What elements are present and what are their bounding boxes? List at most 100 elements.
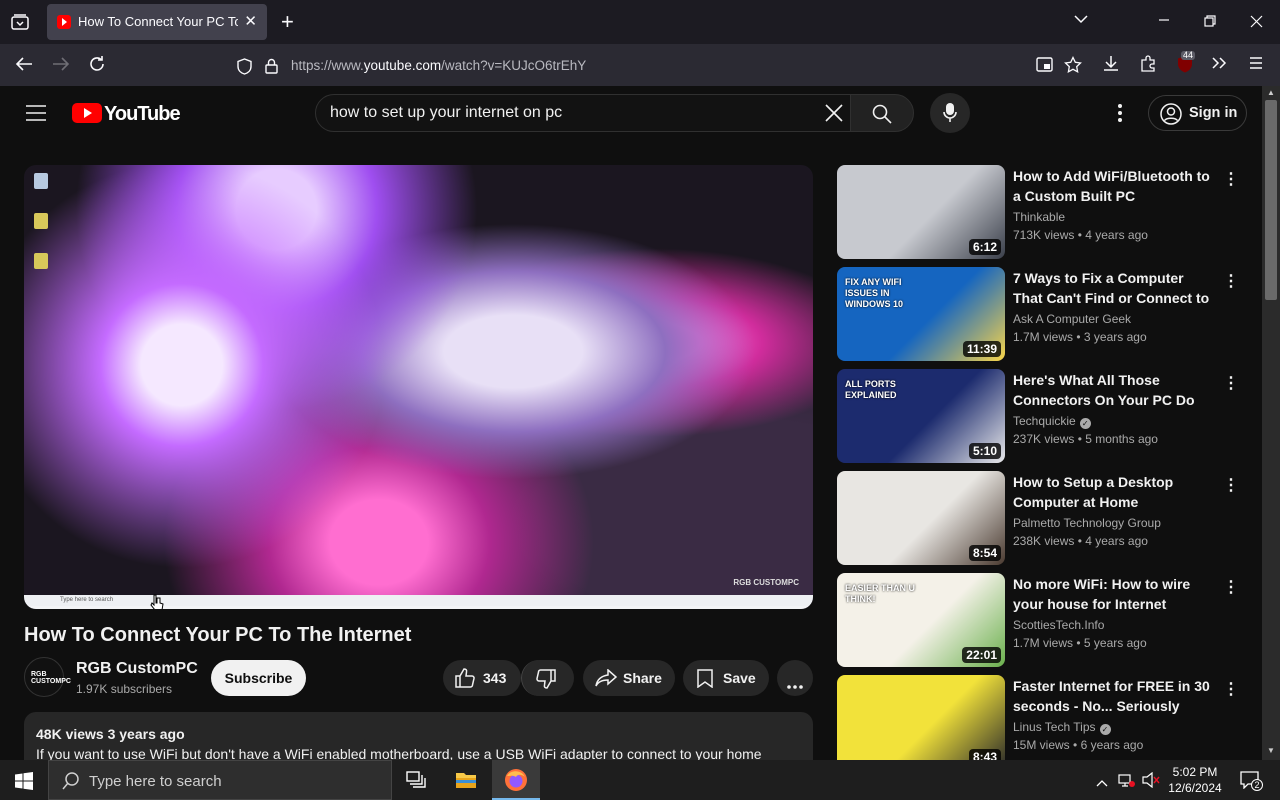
app-menu-icon[interactable] bbox=[1249, 57, 1263, 73]
thumbs-down-icon bbox=[536, 669, 556, 694]
video-title: How To Connect Your PC To The Internet bbox=[24, 624, 412, 646]
like-button[interactable]: 343 bbox=[443, 660, 521, 696]
recommendation-channel[interactable]: Thinkable bbox=[1013, 210, 1065, 224]
sign-in-button[interactable]: Sign in bbox=[1148, 95, 1247, 131]
restore-icon[interactable] bbox=[1204, 15, 1216, 31]
search-input[interactable] bbox=[330, 104, 800, 122]
forward-icon[interactable] bbox=[52, 56, 70, 76]
close-window-icon[interactable] bbox=[1250, 15, 1263, 32]
scrollbar-thumb[interactable] bbox=[1265, 100, 1277, 300]
recommendation-thumbnail[interactable]: 6:12 bbox=[837, 165, 1005, 259]
search-box[interactable] bbox=[315, 94, 851, 132]
recommendation-card[interactable]: 6:12 How to Add WiFi/Bluetooth to a Custo… bbox=[837, 165, 1239, 259]
verified-badge-icon: ✓ bbox=[1079, 418, 1091, 429]
recommendation-title[interactable]: How to Add WiFi/Bluetooth to a Custom Bu… bbox=[1013, 166, 1213, 206]
video-watermark: RGB CUSTOMPC bbox=[733, 578, 799, 587]
recommendation-thumbnail[interactable]: EASIER THAN U THINK! 22:01 bbox=[837, 573, 1005, 667]
recommendation-meta: 15M views • 6 years ago bbox=[1013, 738, 1144, 752]
video-duration: 8:54 bbox=[968, 545, 1001, 561]
recommendation-title[interactable]: 7 Ways to Fix a Computer That Can't Find… bbox=[1013, 268, 1213, 308]
close-tab-icon[interactable]: ✕ bbox=[244, 12, 257, 30]
recommendation-menu-icon[interactable]: ⋮ bbox=[1223, 475, 1239, 495]
ublock-extension-icon[interactable]: 44 bbox=[1176, 51, 1196, 78]
share-button[interactable]: Share bbox=[583, 660, 675, 696]
tab-list-icon[interactable] bbox=[11, 14, 29, 34]
url-bar[interactable]: https://www.youtube.com/watch?v=KUJcO6tr… bbox=[228, 48, 1028, 82]
more-horizontal-icon bbox=[787, 676, 803, 694]
firefox-taskbar-button[interactable] bbox=[492, 760, 540, 800]
windows-start-icon[interactable] bbox=[15, 772, 33, 795]
youtube-logo[interactable]: YouTube bbox=[72, 102, 181, 129]
channel-name[interactable]: RGB CustomPC bbox=[76, 660, 198, 678]
scroll-up-arrow-icon[interactable]: ▲ bbox=[1267, 88, 1275, 97]
active-tab[interactable]: How To Connect Your PC To The Internet -… bbox=[47, 4, 267, 40]
recommendation-menu-icon[interactable]: ⋮ bbox=[1223, 679, 1239, 699]
taskbar-clock[interactable]: 5:02 PM 12/6/2024 bbox=[1168, 764, 1222, 796]
reload-icon[interactable] bbox=[88, 55, 106, 77]
guide-menu-icon[interactable] bbox=[26, 105, 46, 126]
recommendation-card[interactable]: ALL PORTS EXPLAINED 5:10 Here's What All T… bbox=[837, 369, 1239, 463]
lock-icon[interactable] bbox=[265, 58, 278, 78]
recommendation-menu-icon[interactable]: ⋮ bbox=[1223, 373, 1239, 393]
tracking-protection-shield-icon[interactable] bbox=[237, 58, 252, 79]
recommendation-channel[interactable]: Linus Tech Tips ✓ bbox=[1013, 720, 1111, 735]
show-hidden-icons-chevron-icon[interactable] bbox=[1096, 774, 1108, 792]
recommendation-thumbnail[interactable]: 8:54 bbox=[837, 471, 1005, 565]
share-arrow-icon bbox=[595, 668, 618, 692]
share-label: Share bbox=[623, 670, 662, 686]
notification-center-icon[interactable]: 2 bbox=[1240, 771, 1263, 794]
taskbar-search-box[interactable]: Type here to search bbox=[48, 760, 392, 800]
volume-muted-icon[interactable] bbox=[1142, 771, 1160, 793]
video-player[interactable]: RGB CUSTOMPC Type here to search bbox=[24, 165, 813, 609]
scroll-down-arrow-icon[interactable]: ▼ bbox=[1267, 746, 1275, 755]
browser-nav-bar: https://www.youtube.com/watch?v=KUJcO6tr… bbox=[0, 44, 1280, 86]
recommendation-menu-icon[interactable]: ⋮ bbox=[1223, 271, 1239, 291]
url-text[interactable]: https://www.youtube.com/watch?v=KUJcO6tr… bbox=[291, 58, 586, 73]
recommendation-title[interactable]: Here's What All Those Connectors On Your… bbox=[1013, 370, 1213, 410]
channel-avatar[interactable]: RGB CUSTOMPC bbox=[24, 657, 71, 697]
voice-search-button[interactable] bbox=[930, 93, 970, 133]
recommendation-thumbnail[interactable]: FIX ANY WIFI ISSUES IN WINDOWS 10 11:39 bbox=[837, 267, 1005, 361]
recommendation-channel[interactable]: Palmetto Technology Group bbox=[1013, 516, 1161, 530]
recommendation-menu-icon[interactable]: ⋮ bbox=[1223, 577, 1239, 597]
settings-kebab-icon[interactable] bbox=[1117, 104, 1123, 127]
search-button[interactable] bbox=[850, 94, 914, 132]
tab-overflow-chevron-icon[interactable] bbox=[1073, 13, 1089, 29]
recommendation-card[interactable]: FIX ANY WIFI ISSUES IN WINDOWS 10 11:39 7 … bbox=[837, 267, 1239, 361]
minimize-icon[interactable] bbox=[1158, 14, 1170, 30]
video-duration: 5:10 bbox=[968, 443, 1001, 459]
more-actions-button[interactable] bbox=[777, 660, 813, 696]
more-tools-chevrons-icon[interactable] bbox=[1211, 56, 1227, 74]
recommendation-card[interactable]: 8:43 Faster Internet for FREE in 30 secon… bbox=[837, 675, 1239, 760]
recommendation-title[interactable]: No more WiFi: How to wire your house for… bbox=[1013, 574, 1213, 614]
tab-title: How To Connect Your PC To The Internet -… bbox=[78, 14, 238, 29]
recommendation-card[interactable]: EASIER THAN U THINK! 22:01 No more WiFi: H… bbox=[837, 573, 1239, 667]
recommendation-card[interactable]: 8:54 How to Setup a Desktop Computer at H… bbox=[837, 471, 1239, 565]
subscribe-button[interactable]: Subscribe bbox=[211, 660, 306, 696]
new-tab-icon[interactable]: + bbox=[281, 11, 294, 33]
downloads-icon[interactable] bbox=[1103, 55, 1119, 76]
file-explorer-icon[interactable] bbox=[455, 770, 477, 795]
recommendation-title[interactable]: How to Setup a Desktop Computer at Home bbox=[1013, 472, 1213, 512]
recommendation-thumbnail[interactable]: ALL PORTS EXPLAINED 5:10 bbox=[837, 369, 1005, 463]
network-icon[interactable] bbox=[1118, 772, 1136, 793]
recommendation-channel[interactable]: ScottiesTech.Info bbox=[1013, 618, 1104, 632]
dislike-button[interactable] bbox=[521, 660, 574, 696]
recommendation-thumbnail[interactable]: 8:43 bbox=[837, 675, 1005, 760]
taskbar-search-icon bbox=[62, 772, 80, 795]
page-scrollbar[interactable]: ▲ ▼ bbox=[1262, 86, 1280, 760]
bookmark-star-icon[interactable] bbox=[1064, 55, 1082, 77]
recommendation-channel[interactable]: Ask A Computer Geek bbox=[1013, 312, 1131, 326]
back-icon[interactable] bbox=[15, 56, 33, 76]
picture-in-picture-icon[interactable] bbox=[1036, 57, 1053, 76]
clear-search-icon[interactable] bbox=[824, 103, 844, 128]
extensions-puzzle-icon[interactable] bbox=[1140, 55, 1157, 76]
recommendation-menu-icon[interactable]: ⋮ bbox=[1223, 169, 1239, 189]
save-button[interactable]: Save bbox=[683, 660, 769, 696]
video-progress-bar[interactable] bbox=[24, 606, 813, 609]
description-box[interactable]: 48K views 3 years ago If you want to use… bbox=[24, 712, 813, 760]
desktop-icon bbox=[34, 253, 48, 269]
recommendation-title[interactable]: Faster Internet for FREE in 30 seconds -… bbox=[1013, 676, 1213, 716]
task-view-icon[interactable] bbox=[406, 771, 426, 794]
recommendation-channel[interactable]: Techquickie ✓ bbox=[1013, 414, 1091, 429]
